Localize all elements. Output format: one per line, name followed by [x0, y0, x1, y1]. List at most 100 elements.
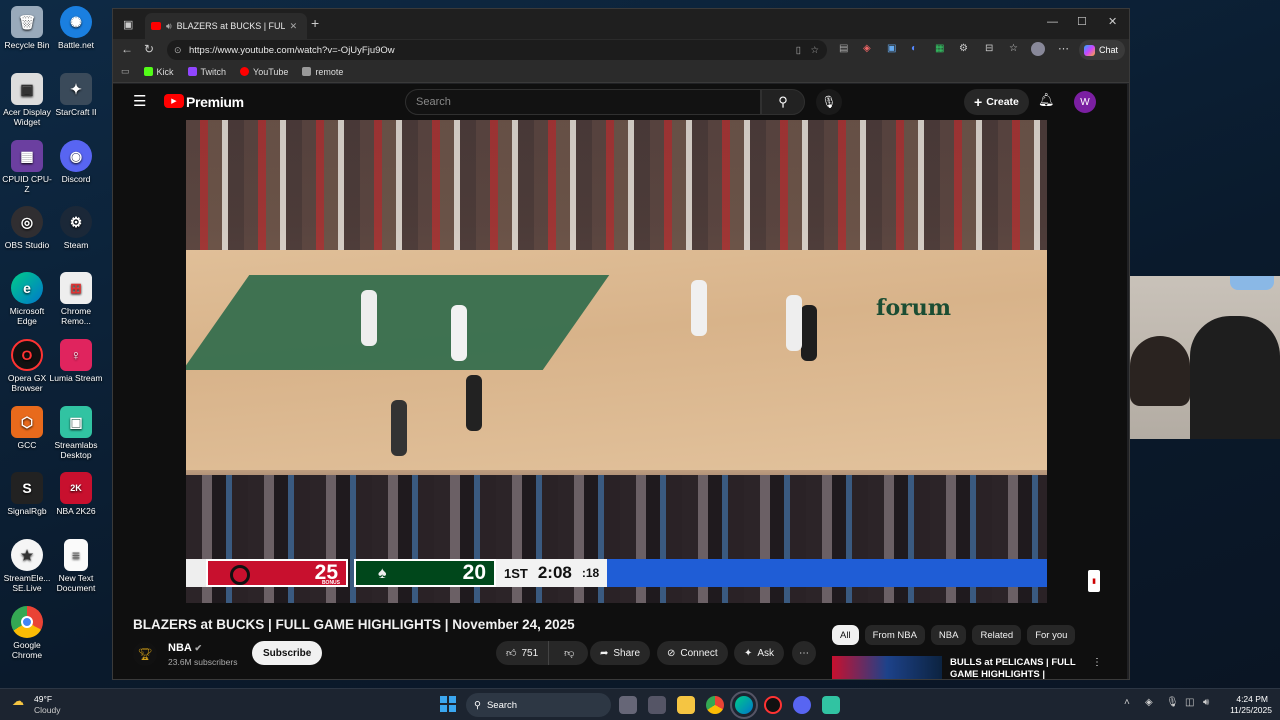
desktop-icon-acer[interactable]: ▣ Acer Display Widget [0, 73, 54, 127]
create-button[interactable]: + Create [964, 89, 1029, 115]
chip-for-you[interactable]: For you [1027, 625, 1076, 645]
extensions-puzzle-icon[interactable]: ⚙ [959, 43, 968, 54]
desktop-icon-chrome[interactable]: Google Chrome [0, 606, 54, 660]
edge-taskbar-icon[interactable] [730, 691, 758, 719]
search-button[interactable]: ⚲ [761, 89, 805, 115]
favorites-icon[interactable]: ☆ [1009, 43, 1018, 54]
microphone-icon[interactable]: 🎙︎ [1166, 697, 1179, 708]
dislike-button[interactable]: 👎︎ [554, 647, 584, 659]
notifications-bell-icon[interactable]: 🔔︎ [1038, 92, 1055, 108]
bookmark-remote[interactable]: remote [302, 67, 343, 77]
video-player[interactable]: forum 25 BONUS ♠ 20 1ST 2:08:18 [186, 120, 1047, 603]
task-view-icon[interactable] [619, 696, 637, 714]
quarter: 1ST [504, 565, 528, 581]
game-clock-box: 1ST 2:08 :18 [496, 559, 608, 587]
desktop-icon-gcc[interactable]: ⬡ GCC [0, 406, 54, 450]
chip-from-nba[interactable]: From NBA [864, 625, 925, 645]
weather-temp[interactable]: 49°F [34, 694, 52, 704]
channel-name[interactable]: NBA ✔ [168, 642, 202, 654]
volume-icon[interactable]: 🔊︎ [1203, 697, 1209, 708]
bookmark-youtube[interactable]: YouTube [240, 67, 288, 77]
weather-icon[interactable]: ☁ [12, 694, 24, 708]
desktop-icon-obs[interactable]: ◎ OBS Studio [0, 206, 54, 250]
bookmark-twitch[interactable]: Twitch [187, 67, 226, 77]
tab-close-icon[interactable]: ✕ [290, 21, 298, 32]
bookmark-kick[interactable]: Kick [143, 67, 174, 77]
chip-all[interactable]: All [832, 625, 859, 645]
url-field[interactable]: ⊙ https://www.youtube.com/watch?v=-OjUyF… [167, 40, 827, 60]
refresh-icon[interactable]: ↻ [144, 42, 154, 56]
tab-actions-icon[interactable]: ▣ [123, 18, 133, 31]
weather-desc: Cloudy [34, 705, 61, 715]
menu-icon[interactable]: ☰ [133, 92, 146, 110]
maximize-icon[interactable]: ☐ [1077, 15, 1087, 28]
extension-1-icon[interactable]: ▤ [839, 43, 848, 54]
nba-channel-avatar[interactable]: 🏆︎ [133, 642, 157, 666]
ask-button[interactable]: ✦ Ask [734, 641, 785, 665]
game-clock: 2:08 [537, 563, 572, 582]
site-info-icon[interactable]: ⊙ [174, 45, 182, 56]
recommended-video[interactable]: BULLS at PELICANS | FULL GAME HIGHLIGHTS… [832, 656, 1100, 679]
taskbar-search[interactable]: ⚲ Search [466, 693, 611, 717]
desktop-icon-discord[interactable]: ◉ Discord [49, 140, 103, 184]
like-button[interactable]: 👍︎ 751 [496, 641, 550, 665]
bookmarks-toggle-icon[interactable]: ▭ [121, 66, 130, 77]
reader-icon[interactable]: ▯ [796, 45, 801, 56]
discord-taskbar-icon[interactable] [793, 696, 811, 714]
share-button[interactable]: ➦ Share [590, 641, 651, 665]
desktop-icon-streamlabs[interactable]: ▣ Streamlabs Desktop [49, 406, 103, 460]
split-screen-icon[interactable]: ⊟ [985, 43, 993, 54]
tab-youtube[interactable]: 🔊︎ BLAZERS at BUCKS | FULL GA... ✕ [145, 13, 307, 39]
more-actions-button[interactable]: ⋯ [792, 641, 816, 665]
search-input[interactable]: Search [405, 89, 761, 115]
desktop-icon-new-text[interactable]: ≡ New Text Document [49, 539, 103, 593]
copilot-chat-button[interactable]: Chat [1079, 40, 1125, 60]
search-icon: ⚲ [474, 699, 481, 711]
profile-avatar[interactable] [1031, 42, 1045, 56]
desktop-icon-cpuz[interactable]: ▦ CPUID CPU-Z [0, 140, 54, 194]
extension-3-icon[interactable]: ▣ [887, 43, 896, 54]
subscribe-button[interactable]: Subscribe [252, 641, 323, 665]
desktop-icon-edge[interactable]: e Microsoft Edge [0, 272, 54, 326]
desktop-icon-streamelements[interactable]: ★ StreamEle... SE.Live [0, 539, 54, 593]
more-menu-icon[interactable]: ⋯ [1058, 42, 1069, 55]
file-explorer-icon[interactable] [677, 696, 695, 714]
youtube-logo-icon[interactable]: ▶ [164, 94, 184, 108]
chip-nba[interactable]: NBA [930, 625, 967, 645]
close-window-icon[interactable]: ✕ [1108, 15, 1117, 28]
desktop-icon-operagx[interactable]: O Opera GX Browser [0, 339, 54, 393]
desktop-icon-chrome-remote[interactable]: ⊞ Chrome Remo... [49, 272, 103, 326]
clock-time[interactable]: 4:24 PM [1224, 694, 1268, 704]
tray-chevron-icon[interactable]: ˄ [1124, 697, 1130, 708]
desktop-icon-signalrgb[interactable]: S SignalRgb [0, 472, 54, 516]
streamlabs-taskbar-icon[interactable] [822, 696, 840, 714]
favorite-star-icon[interactable]: ☆ [810, 45, 819, 56]
page-scrollbar[interactable] [1117, 84, 1127, 679]
network-icon[interactable]: ◫ [1185, 697, 1194, 708]
widgets-icon[interactable] [648, 696, 666, 714]
extension-5-icon[interactable]: ▦ [935, 43, 944, 54]
account-avatar[interactable]: W [1074, 91, 1096, 113]
desktop-icon-lumia[interactable]: ♀ Lumia Stream [49, 339, 103, 383]
chip-related[interactable]: Related [972, 625, 1022, 645]
desktop-icon-recycle-bin[interactable]: 🗑 Recycle Bin [0, 6, 54, 50]
audio-icon[interactable]: 🔊︎ [166, 21, 172, 32]
new-tab-icon[interactable]: + [311, 15, 319, 31]
desktop-icon-nba2k26[interactable]: 2K NBA 2K26 [49, 472, 103, 516]
youtube-logo-text[interactable]: Premium [186, 94, 244, 110]
minimize-icon[interactable]: — [1047, 16, 1058, 28]
connect-button[interactable]: ⊘ Connect [657, 641, 728, 665]
desktop-icon-steam[interactable]: ⚙ Steam [49, 206, 103, 250]
clock-date[interactable]: 11/25/2025 [1220, 705, 1272, 715]
voice-search-icon[interactable]: 🎙︎ [816, 89, 842, 115]
tray-app-icon[interactable]: ◈ [1145, 697, 1153, 708]
chrome-taskbar-icon[interactable] [706, 696, 724, 714]
extension-2-icon[interactable]: ◈ [863, 43, 871, 54]
extension-4-icon[interactable]: ◐ [911, 43, 917, 54]
start-button[interactable] [440, 696, 456, 712]
back-icon[interactable]: ← [121, 42, 133, 56]
recommended-more-icon[interactable]: ⋮ [1092, 657, 1100, 668]
desktop-icon-starcraft[interactable]: ✦ StarCraft II [49, 73, 103, 117]
desktop-icon-battlenet[interactable]: ✺ Battle.net [49, 6, 103, 50]
operagx-taskbar-icon[interactable] [764, 696, 782, 714]
